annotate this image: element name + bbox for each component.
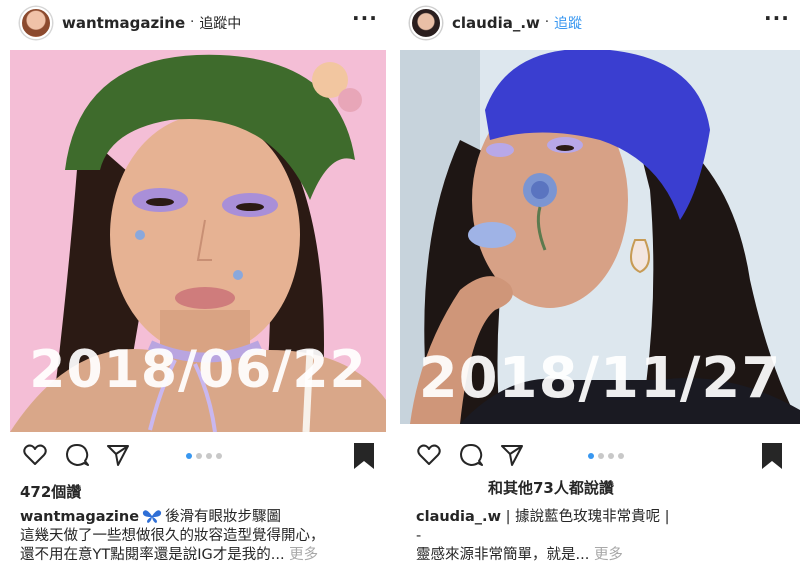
caption-line-3: 靈感來源非常簡單，就是... 更多	[416, 546, 786, 565]
caption-ellipsis: ...	[575, 547, 590, 563]
action-bar	[0, 438, 400, 472]
more-link[interactable]: 更多	[594, 547, 623, 563]
carousel-indicator	[588, 453, 624, 459]
following-status[interactable]: 追蹤中	[199, 13, 241, 33]
carousel-dot	[206, 453, 212, 459]
post-username[interactable]: wantmagazine	[62, 14, 185, 32]
post-claudia: claudia_.w · 追蹤 ··· 2018/11/27 和其他73人都說讚…	[400, 0, 800, 570]
carousel-dot	[196, 453, 202, 459]
post-wantmagazine: wantmagazine · 追蹤中 ··· 2018/06/22 472個讚 …	[0, 0, 400, 570]
caption-line-1: claudia_.w | 據說藍色玫瑰非常貴呢 |	[416, 508, 786, 527]
follow-button[interactable]: 追蹤	[554, 13, 582, 33]
bookmark-icon[interactable]	[352, 442, 376, 470]
caption-username[interactable]: wantmagazine	[20, 509, 139, 525]
caption-line-2: 這幾天做了一些想做很久的妝容造型覺得開心，	[20, 528, 325, 544]
more-options-icon[interactable]: ···	[764, 8, 790, 28]
date-overlay: 2018/06/22	[29, 340, 367, 400]
heart-icon[interactable]	[416, 442, 442, 468]
avatar[interactable]	[20, 6, 52, 39]
caption-text: | 據說藍色玫瑰非常貴呢 |	[505, 509, 670, 525]
separator-dot: ·	[544, 15, 550, 30]
carousel-dot	[598, 453, 604, 459]
carousel-dot-active	[186, 453, 192, 459]
carousel-dot	[618, 453, 624, 459]
avatar[interactable]	[410, 6, 442, 39]
caption-line-3: 還不用在意YT點閱率還是說IG才是我的... 更多	[20, 546, 390, 565]
share-icon[interactable]	[499, 442, 525, 468]
comment-icon[interactable]	[64, 442, 90, 468]
post-username[interactable]: claudia_.w	[452, 14, 540, 32]
heart-icon[interactable]	[22, 442, 48, 468]
like-count[interactable]: 和其他73人都說讚	[488, 477, 614, 498]
post-photo[interactable]: 2018/06/22	[10, 50, 386, 432]
more-link[interactable]: 更多	[289, 547, 318, 563]
caption: claudia_.w | 據說藍色玫瑰非常貴呢 | - 靈感來源非常簡單，就是.…	[416, 508, 786, 565]
post-header: wantmagazine · 追蹤中 ···	[0, 0, 400, 45]
carousel-dot	[608, 453, 614, 459]
share-icon[interactable]	[105, 442, 131, 468]
butterfly-icon	[142, 509, 162, 523]
caption-text: 靈感來源非常簡單，就是	[416, 547, 576, 563]
carousel-indicator	[186, 453, 222, 459]
post-photo[interactable]: 2018/11/27	[400, 50, 800, 424]
caption-text: 還不用在意YT點閱率還是說IG才是我的	[20, 547, 271, 563]
caption-ellipsis: ...	[270, 547, 285, 563]
comment-icon[interactable]	[458, 442, 484, 468]
caption-line-2: -	[416, 528, 422, 544]
caption-username[interactable]: claudia_.w	[416, 509, 501, 525]
carousel-dot-active	[588, 453, 594, 459]
carousel-dot	[216, 453, 222, 459]
like-count[interactable]: 472個讚	[20, 481, 81, 502]
caption: wantmagazine 後滑有眼妝步驟圖 這幾天做了一些想做很久的妝容造型覺得開…	[20, 508, 390, 565]
separator-dot: ·	[190, 15, 195, 30]
date-overlay: 2018/11/27	[418, 346, 782, 411]
post-header: claudia_.w · 追蹤 ···	[400, 0, 800, 45]
caption-line-1: wantmagazine 後滑有眼妝步驟圖	[20, 508, 390, 527]
bookmark-icon[interactable]	[760, 442, 784, 470]
caption-text: 後滑有眼妝步驟圖	[165, 509, 282, 525]
more-options-icon[interactable]: ···	[352, 8, 378, 28]
action-bar	[400, 438, 800, 472]
